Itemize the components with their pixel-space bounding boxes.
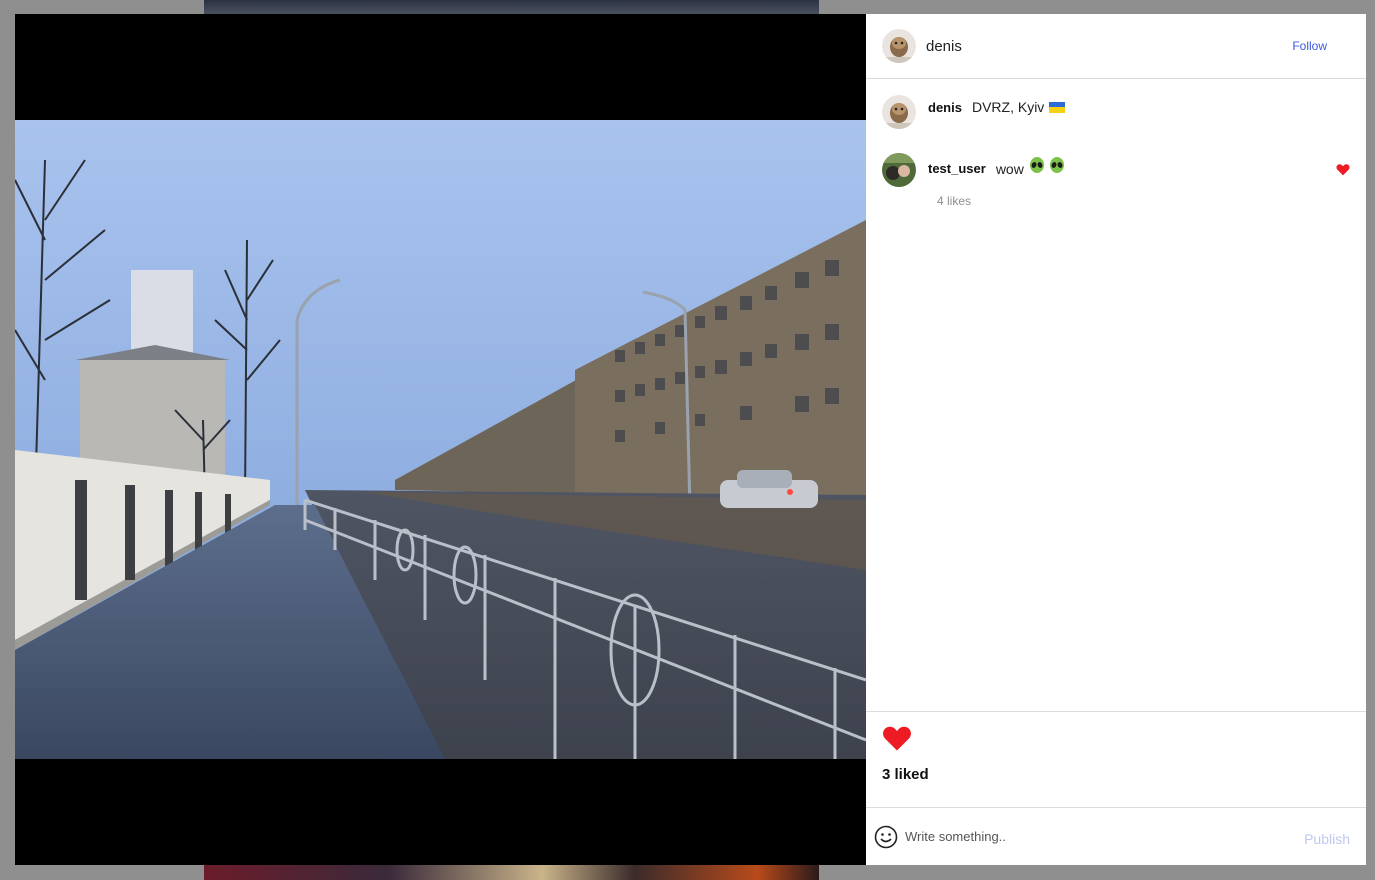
ukraine-flag-icon [1049, 101, 1066, 113]
post-actions: 3 liked [866, 711, 1366, 807]
alien-icon [1028, 157, 1046, 180]
smiley-icon[interactable] [874, 825, 898, 849]
post-media [15, 14, 866, 865]
background-post-bottom [204, 865, 819, 880]
heart-icon[interactable] [1336, 163, 1350, 176]
post-side-panel: denis Follow denis DVRZ, Kyiv test_user … [866, 14, 1366, 865]
like-heart-icon[interactable] [882, 724, 912, 752]
comment-item: test_user wow 4 likes [882, 153, 1350, 208]
post-header: denis Follow [866, 14, 1366, 79]
comments-list: denis DVRZ, Kyiv test_user wow 4 likes [866, 79, 1366, 711]
caption-item: denis DVRZ, Kyiv [882, 95, 1350, 129]
commenter-avatar[interactable] [882, 153, 916, 187]
background-post-top [204, 0, 819, 14]
comment-likes-count[interactable]: 4 likes [937, 194, 1066, 208]
caption-username[interactable]: denis [928, 100, 962, 115]
alien-icon [1048, 157, 1066, 180]
liked-count[interactable]: 3 liked [882, 766, 1350, 783]
comment-input[interactable] [905, 829, 1305, 844]
publish-button[interactable]: Publish [1304, 831, 1350, 847]
caption-avatar[interactable] [882, 95, 916, 129]
post-modal: denis Follow denis DVRZ, Kyiv test_user … [15, 14, 1366, 865]
comment-text: wow [995, 160, 1024, 177]
caption-text: DVRZ, Kyiv [971, 99, 1045, 115]
author-name[interactable]: denis [926, 38, 962, 55]
follow-button[interactable]: Follow [1292, 39, 1327, 53]
post-photo [15, 120, 866, 759]
comment-composer: Publish [866, 807, 1366, 865]
author-avatar[interactable] [882, 29, 916, 63]
comment-username[interactable]: test_user [928, 161, 986, 176]
